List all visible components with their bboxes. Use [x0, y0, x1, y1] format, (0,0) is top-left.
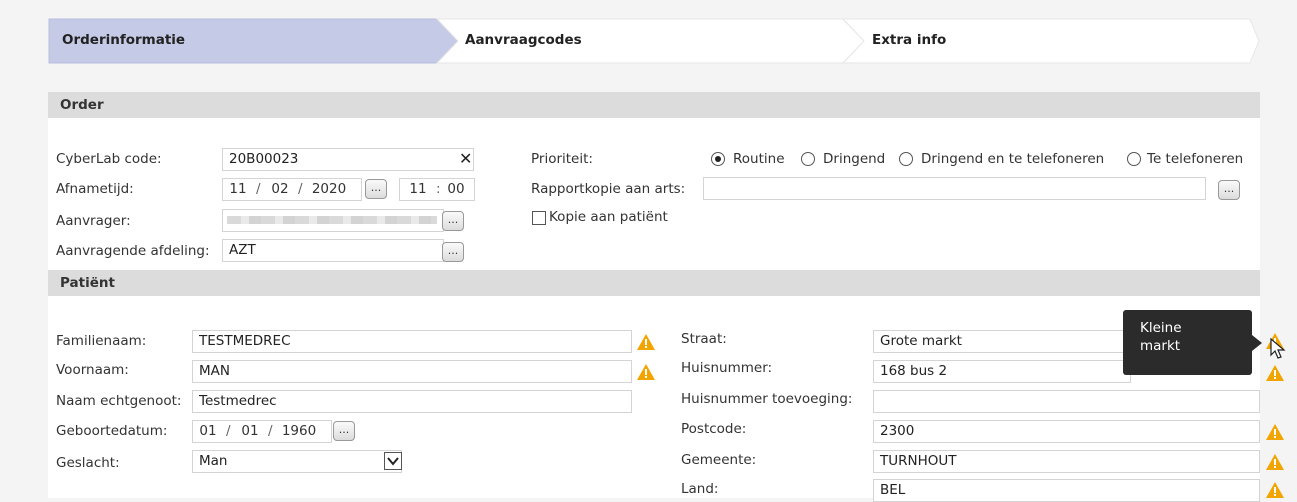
redacted-value	[227, 216, 437, 224]
step-extra-info[interactable]: Extra info	[872, 32, 946, 48]
afname-day[interactable]: 11	[227, 179, 249, 200]
geslacht-label: Geslacht:	[56, 455, 120, 471]
step-aanvraagcodes[interactable]: Aanvraagcodes	[465, 32, 582, 48]
order-section-title: Order	[60, 97, 104, 113]
order-form-page: Orderinformatie Aanvraagcodes Extra info…	[0, 0, 1297, 502]
postcode-input[interactable]: 2300	[873, 420, 1260, 443]
familienaam-warning-icon	[637, 334, 655, 350]
afdeling-label: Aanvragende afdeling:	[56, 243, 210, 259]
postcode-value: 2300	[880, 423, 915, 439]
tooltip-line-1: Kleine	[1140, 320, 1182, 336]
geb-month[interactable]: 01	[239, 421, 261, 442]
land-input[interactable]: BEL	[873, 479, 1260, 502]
familienaam-value: TESTMEDREC	[199, 333, 291, 349]
familienaam-label: Familienaam:	[56, 333, 147, 349]
gemeente-value: TURNHOUT	[880, 453, 957, 469]
postcode-label: Postcode:	[681, 421, 747, 437]
huisnummer-label: Huisnummer:	[681, 360, 773, 376]
date-separator: /	[226, 423, 231, 439]
rapportkopie-lookup-button[interactable]: ...	[1218, 180, 1240, 200]
priority-radio-telefoneren[interactable]	[1127, 152, 1141, 166]
patient-section-title: Patiënt	[60, 275, 115, 291]
straat-value: Grote markt	[880, 333, 962, 349]
afname-date-picker-button[interactable]: ...	[365, 179, 387, 199]
geb-year[interactable]: 1960	[279, 421, 319, 442]
date-separator: /	[298, 181, 303, 197]
time-separator: :	[436, 181, 441, 197]
priority-dringend-telefoneren-label[interactable]: Dringend en te telefoneren	[921, 151, 1104, 167]
tooltip-line-2: markt	[1140, 338, 1181, 354]
priority-dringend-label[interactable]: Dringend	[823, 151, 885, 167]
prioriteit-label: Prioriteit:	[531, 151, 593, 167]
straat-warning-tooltip: Kleine markt	[1123, 310, 1252, 375]
cyberlab-code-label: CyberLab code:	[56, 151, 162, 167]
afname-month[interactable]: 02	[269, 179, 291, 200]
geboortedatum-picker-button[interactable]: ...	[333, 421, 355, 441]
cyberlab-code-input[interactable]: 20B00023	[222, 148, 474, 171]
afdeling-input[interactable]: AZT	[222, 239, 444, 262]
gemeente-input[interactable]: TURNHOUT	[873, 450, 1260, 473]
kopie-patient-label[interactable]: Kopie aan patiënt	[549, 209, 668, 225]
mouse-cursor-icon	[1270, 338, 1286, 359]
order-section-header: Order	[48, 92, 1260, 118]
priority-telefoneren-label[interactable]: Te telefoneren	[1147, 151, 1243, 167]
afnametijd-time-input[interactable]: 11 : 00	[399, 178, 475, 201]
wizard-steps: Orderinformatie Aanvraagcodes Extra info	[48, 18, 1260, 64]
straat-input[interactable]: Grote markt	[873, 330, 1131, 353]
clear-icon[interactable]: ✕	[459, 149, 472, 168]
afdeling-lookup-button[interactable]: ...	[442, 242, 464, 262]
echtgenoot-value: Testmedrec	[199, 393, 277, 409]
rapportkopie-label: Rapportkopie aan arts:	[531, 181, 686, 197]
toevoeging-label: Huisnummer toevoeging:	[681, 391, 853, 407]
afname-hour[interactable]: 11	[406, 179, 430, 200]
afnametijd-date-input[interactable]: 11 / 02 / 2020	[222, 178, 362, 201]
priority-radio-routine[interactable]	[711, 152, 725, 166]
chevron-down-icon[interactable]	[384, 452, 402, 470]
cyberlab-code-value: 20B00023	[229, 151, 299, 167]
straat-label: Straat:	[681, 331, 727, 347]
voornaam-input[interactable]: MAN	[192, 360, 632, 383]
land-label: Land:	[681, 481, 719, 497]
aanvrager-input[interactable]	[222, 209, 444, 232]
land-warning-icon	[1266, 482, 1284, 498]
familienaam-input[interactable]: TESTMEDREC	[192, 330, 632, 353]
voornaam-warning-icon	[637, 364, 655, 380]
step-orderinformatie[interactable]: Orderinformatie	[62, 32, 185, 48]
voornaam-label: Voornaam:	[56, 362, 129, 378]
patient-section-header: Patiënt	[48, 270, 1260, 296]
geb-day[interactable]: 01	[197, 421, 219, 442]
huisnummer-warning-icon	[1266, 365, 1284, 381]
voornaam-value: MAN	[199, 363, 230, 379]
afname-year[interactable]: 2020	[309, 179, 349, 200]
geboortedatum-label: Geboortedatum:	[56, 423, 168, 439]
postcode-warning-icon	[1266, 424, 1284, 440]
huisnummer-input[interactable]: 168 bus 2	[873, 360, 1131, 383]
gemeente-label: Gemeente:	[681, 452, 757, 468]
tooltip-arrow	[1252, 335, 1262, 351]
geboortedatum-input[interactable]: 01 / 01 / 1960	[192, 420, 332, 443]
priority-radio-dringend[interactable]	[801, 152, 815, 166]
gemeente-warning-icon	[1266, 454, 1284, 470]
aanvrager-lookup-button[interactable]: ...	[442, 211, 464, 231]
huisnummer-value: 168 bus 2	[880, 363, 948, 379]
echtgenoot-label: Naam echtgenoot:	[56, 393, 182, 409]
priority-routine-label[interactable]: Routine	[733, 151, 785, 167]
geslacht-select[interactable]: Man	[192, 450, 402, 473]
date-separator: /	[256, 181, 261, 197]
geslacht-value: Man	[199, 453, 228, 469]
rapportkopie-input[interactable]	[703, 177, 1206, 200]
afnametijd-label: Afnametijd:	[56, 181, 134, 197]
priority-radio-dringend-telefoneren[interactable]	[899, 152, 913, 166]
land-value: BEL	[880, 482, 906, 498]
afname-minute[interactable]: 00	[444, 179, 468, 200]
echtgenoot-input[interactable]: Testmedrec	[192, 390, 632, 413]
afdeling-value: AZT	[229, 242, 256, 258]
kopie-patient-checkbox[interactable]	[532, 211, 546, 225]
date-separator: /	[268, 423, 273, 439]
aanvrager-label: Aanvrager:	[56, 213, 131, 229]
toevoeging-input[interactable]	[873, 390, 1260, 413]
wizard-steps-background	[48, 18, 1260, 64]
